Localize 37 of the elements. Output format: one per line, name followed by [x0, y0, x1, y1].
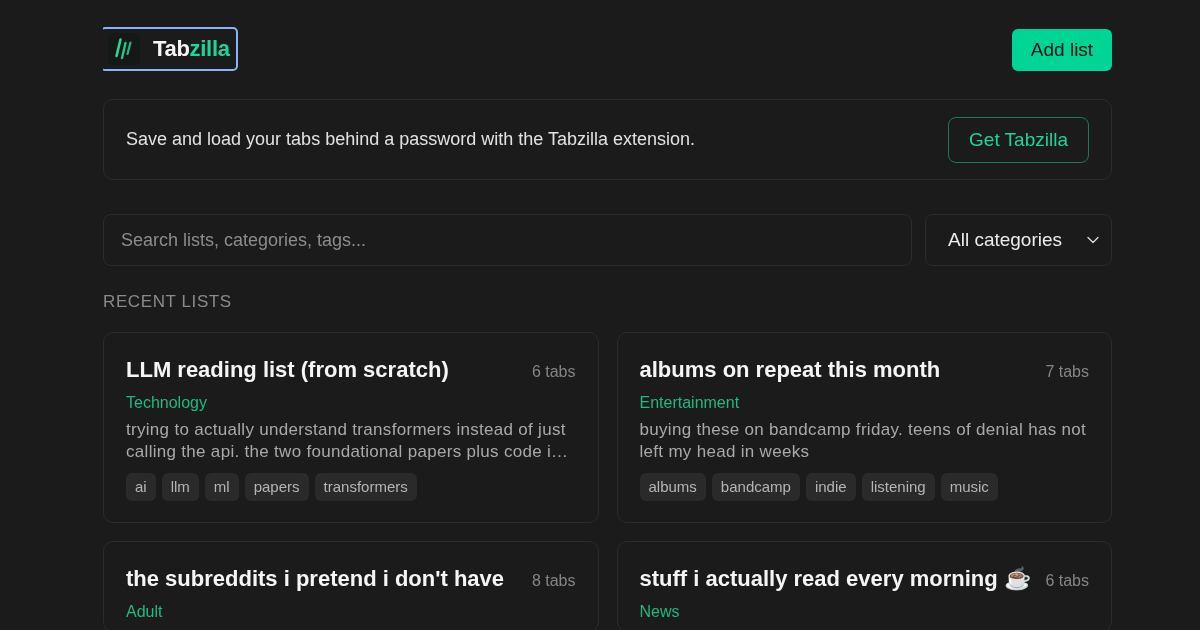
category-select[interactable]: All categories — [925, 214, 1112, 266]
tag[interactable]: albums — [639, 473, 706, 501]
tab-count: 7 tabs — [1045, 363, 1089, 381]
banner-text: Save and load your tabs behind a password with the Tabzilla extension. — [126, 129, 696, 150]
tag[interactable]: ml — [204, 473, 239, 501]
category-label: Technology — [126, 393, 208, 413]
tag[interactable]: transformers — [314, 473, 417, 501]
list-title: LLM reading list (from scratch) — [126, 356, 449, 384]
tab-count: 6 tabs — [1045, 572, 1089, 590]
tab-count: 6 tabs — [531, 363, 576, 381]
tag[interactable]: listening — [861, 473, 935, 501]
chevron-down-icon — [1087, 236, 1099, 244]
tag[interactable]: music — [940, 473, 998, 501]
tag[interactable]: bandcamp — [711, 473, 800, 501]
list-title: the subreddits i pretend i don't have — [126, 565, 505, 593]
category-label: News — [639, 602, 681, 622]
tag[interactable]: indie — [805, 473, 856, 501]
list-card[interactable]: albums on repeat this month 7 tabs Entertainment buying these on bandcamp friday. teens of denial has not left my head in weeks albums bandcamp indie listening music — [616, 332, 1112, 523]
search-field[interactable]: Search lists, categories, tags... — [103, 214, 912, 266]
slash-marks-icon — [108, 33, 140, 65]
tag[interactable]: llm — [161, 473, 199, 501]
get-extension-button[interactable]: Get Tabzilla — [948, 116, 1089, 163]
list-description: buying these on bandcamp friday. teens of denial has not left my head in weeks — [639, 419, 1087, 463]
list-card[interactable]: LLM reading list (from scratch) 6 tabs Technology trying to actually understand transformers instead of just calling the api. the two foundational papers plus code i… ai llm ml papers transformers — [103, 332, 599, 523]
list-card[interactable]: stuff i actually read every morning ☕ 6 tabs News — [616, 541, 1112, 630]
category-label: Adult — [126, 602, 164, 622]
add-list-button[interactable]: Add list — [1012, 29, 1112, 71]
section-heading: RECENT LISTS — [103, 292, 233, 312]
tag[interactable]: ai — [126, 473, 156, 501]
tag[interactable]: papers — [244, 473, 309, 501]
logo-link[interactable]: Tabzilla — [103, 27, 238, 71]
category-label: Entertainment — [639, 393, 741, 413]
list-description: trying to actually understand transformers instead of just calling the api. the two foundational papers plus code i… — [126, 419, 570, 463]
list-title: stuff i actually read every morning ☕ — [639, 565, 1031, 593]
tab-count: 8 tabs — [531, 572, 576, 590]
list-card[interactable]: the subreddits i pretend i don't have 8 tabs Adult — [103, 541, 599, 630]
list-title: albums on repeat this month — [639, 356, 941, 384]
